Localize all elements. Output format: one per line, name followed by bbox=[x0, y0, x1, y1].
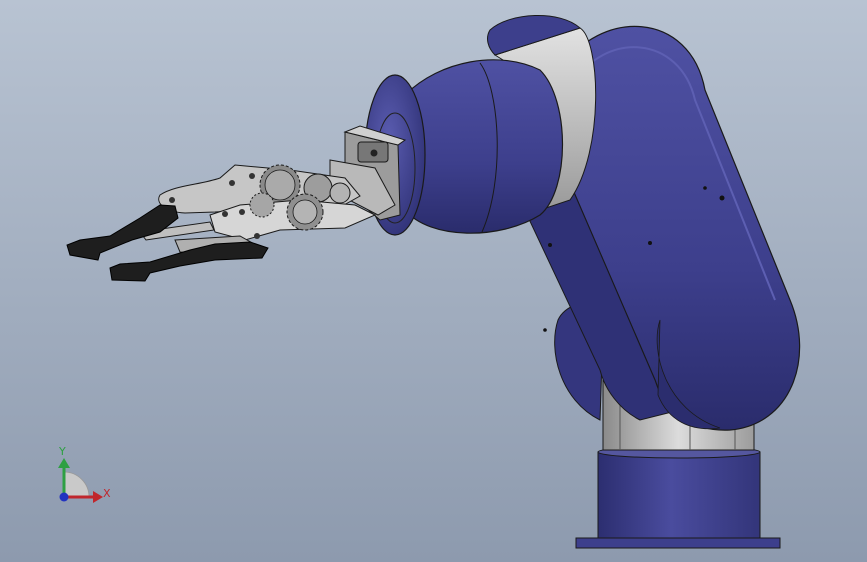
triad-x-label: X bbox=[103, 487, 111, 500]
triad-z-axis bbox=[59, 492, 69, 502]
bolt-hole bbox=[703, 186, 707, 190]
triad-y-label: Y bbox=[58, 445, 66, 458]
bolt-hole bbox=[548, 243, 552, 247]
pivot-pin bbox=[254, 233, 260, 239]
base-cylinder bbox=[597, 451, 761, 539]
pivot-pin bbox=[222, 211, 228, 217]
forearm-drum bbox=[404, 59, 564, 234]
lower-gear bbox=[286, 193, 324, 231]
pivot-pin bbox=[229, 180, 235, 186]
robot-arm-model[interactable]: Y X bbox=[0, 0, 867, 562]
base-plate bbox=[575, 537, 781, 549]
pivot-pin bbox=[249, 173, 255, 179]
pivot-pin bbox=[169, 197, 175, 203]
bolt-hole bbox=[648, 241, 652, 245]
bolt-hole bbox=[719, 195, 725, 201]
bolt-hole bbox=[543, 328, 547, 332]
pivot-pin bbox=[239, 209, 245, 215]
cad-viewport[interactable]: Y X bbox=[0, 0, 867, 562]
